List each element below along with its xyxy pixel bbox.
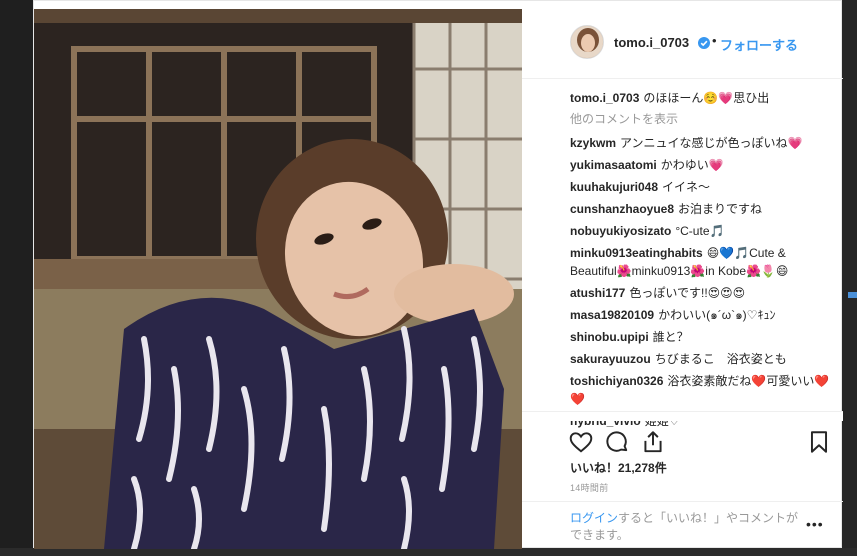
post-caption: tomo.i_0703 のほほーん☺️💗思ひ出: [570, 89, 835, 107]
header-separator: •: [712, 33, 717, 48]
comment-username[interactable]: atushi177: [570, 286, 625, 300]
caption-username[interactable]: tomo.i_0703: [570, 91, 639, 105]
avatar[interactable]: [570, 25, 604, 59]
comment-text: ちびまるこ 浴衣姿とも: [654, 352, 787, 366]
caption-text: のほほーん☺️💗思ひ出: [643, 91, 770, 105]
photo-illustration: [34, 9, 522, 549]
page-backdrop-left: [0, 0, 33, 556]
comment-icon[interactable]: [604, 429, 630, 455]
comment-text: 色っぽいです!!😍😍😍: [629, 286, 746, 300]
comment-item: kuuhakujuri048 イイネ〜: [570, 178, 835, 196]
comment-text: かわいい(๑´ω`๑)♡ｷｭﾝ: [658, 308, 776, 322]
comment-username[interactable]: masa19820109: [570, 308, 654, 322]
comment-text: お泊まりですね: [678, 202, 763, 216]
more-options-icon[interactable]: •••: [806, 516, 824, 532]
comment-item: yukimasaatomi かわゆい💗: [570, 156, 835, 174]
header-username[interactable]: tomo.i_0703: [614, 35, 689, 50]
verified-badge-icon: [698, 37, 710, 49]
comment-item: toshichiyan0326 浴衣姿素敵だね❤️可愛いい❤️❤️: [570, 372, 835, 408]
comment-text: かわゆい💗: [660, 158, 724, 172]
share-icon[interactable]: [640, 429, 666, 455]
comment-item: shinobu.upipi 誰と？: [570, 328, 835, 346]
comment-username[interactable]: kzykwm: [570, 136, 616, 150]
comment-username[interactable]: minku0913eatinghabits: [570, 246, 703, 260]
comment-username[interactable]: kuuhakujuri048: [570, 180, 658, 194]
comment-username[interactable]: nobuyukiyosizato: [570, 224, 671, 238]
comment-item: cunshanzhaoyue8 お泊まりですね: [570, 200, 835, 218]
comment-item: atushi177 色っぽいです!!😍😍😍: [570, 284, 835, 302]
comment-text: イイネ〜: [662, 180, 711, 194]
instagram-post: tomo.i_0703 • フォローする tomo.i_0703 のほほーん☺️💗…: [33, 0, 843, 549]
comment-username[interactable]: shinobu.upipi: [570, 330, 649, 344]
avatar-image: [571, 26, 603, 58]
post-timestamp[interactable]: 14時間前: [570, 481, 609, 494]
comment-username[interactable]: sakurayuuzou: [570, 352, 651, 366]
page-backdrop-right: [842, 0, 857, 556]
comment-username[interactable]: yukimasaatomi: [570, 158, 657, 172]
login-link[interactable]: ログイン: [570, 511, 618, 525]
comment-item: masa19820109 かわいい(๑´ω`๑)♡ｷｭﾝ: [570, 306, 835, 324]
comment-item: sakurayuuzou ちびまるこ 浴衣姿とも: [570, 350, 835, 368]
comments-divider: [522, 411, 843, 421]
post-sidebar: tomo.i_0703 • フォローする tomo.i_0703 のほほーん☺️💗…: [522, 1, 843, 549]
comment-text: 誰と？: [652, 330, 689, 344]
login-footer: ログインすると「いいね！」やコメントができます。 •••: [522, 501, 843, 549]
post-header: tomo.i_0703 • フォローする: [522, 1, 843, 79]
comment-text: °C-ute🎵: [675, 224, 725, 238]
comment-item: minku0913eatinghabits 😄💙🎵Cute & Beautiful…: [570, 244, 835, 280]
heart-icon[interactable]: [568, 429, 594, 455]
comments-list: tomo.i_0703 のほほーん☺️💗思ひ出 他のコメントを表示 kzykwm ア…: [570, 89, 835, 434]
backdrop-accent: [848, 292, 857, 298]
bookmark-icon[interactable]: [806, 429, 832, 455]
login-prompt: ログインすると「いいね！」やコメントができます。: [570, 510, 810, 544]
comment-item: nobuyukiyosizato °C-ute🎵: [570, 222, 835, 240]
load-more-comments[interactable]: 他のコメントを表示: [570, 110, 835, 128]
comment-item: kzykwm アンニュイな感じが色っぽいね💗: [570, 134, 835, 152]
comment-username[interactable]: cunshanzhaoyue8: [570, 202, 674, 216]
post-photo[interactable]: [34, 9, 522, 549]
follow-button[interactable]: フォローする: [720, 35, 798, 54]
comment-username[interactable]: toshichiyan0326: [570, 374, 663, 388]
likes-count[interactable]: いいね！21,278件: [570, 459, 667, 476]
page-backdrop-bottom: [0, 548, 857, 556]
comment-text: アンニュイな感じが色っぽいね💗: [620, 136, 803, 150]
